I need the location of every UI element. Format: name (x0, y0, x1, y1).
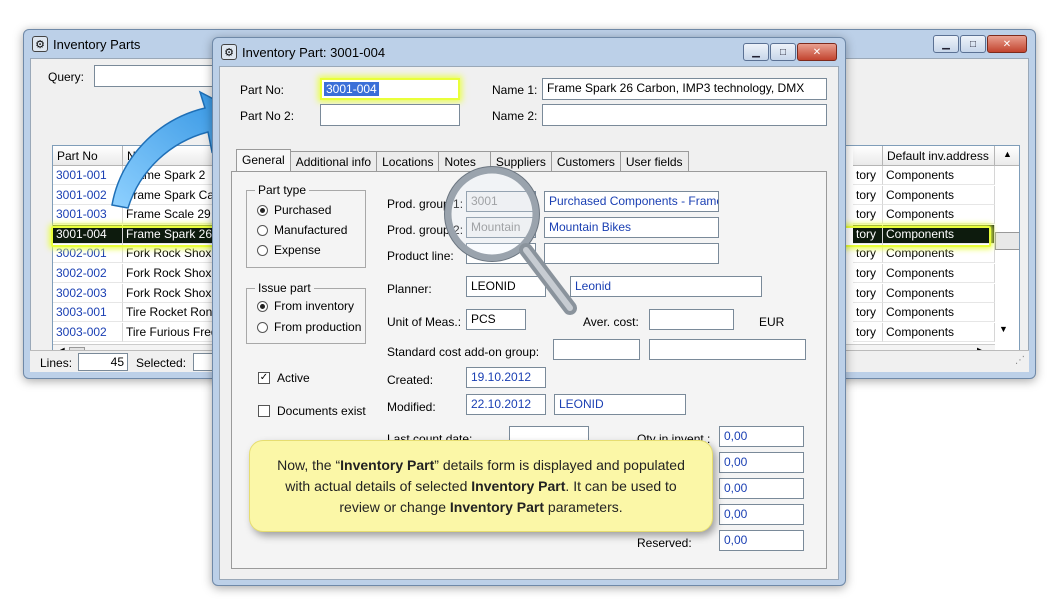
lines-count: 45 (78, 353, 128, 371)
scroll-up-icon[interactable]: ▲ (995, 146, 1019, 166)
table-cell: 3002-001 (53, 244, 123, 264)
table-cell: tory (853, 224, 883, 244)
qty-field: 0,00 (719, 426, 804, 447)
issue-part-group: Issue part From inventory From productio… (246, 281, 366, 344)
table-cell: tory (853, 205, 883, 225)
close-button[interactable]: ✕ (987, 35, 1027, 53)
table-cell: 3003-001 (53, 303, 123, 323)
table-cell: tory (853, 322, 883, 342)
dialog-title: Inventory Part: 3001-004 (242, 44, 386, 60)
vertical-scroll-thumb[interactable] (995, 232, 1019, 250)
table-cell: Components (883, 185, 995, 205)
std-cost-code-field[interactable] (553, 339, 640, 360)
radio-expense[interactable]: Expense (257, 243, 321, 257)
lines-label: Lines: (40, 356, 73, 370)
table-cell: 3003-002 (53, 322, 123, 342)
table-cell: 3002-003 (53, 283, 123, 303)
minimize-button[interactable]: ▁ (743, 43, 769, 61)
table-cell: tory (853, 244, 883, 264)
name2-label: Name 2: (492, 109, 538, 123)
radio-from-production[interactable]: From production (257, 320, 361, 334)
issue-part-title: Issue part (255, 281, 314, 295)
table-cell: tory (853, 283, 883, 303)
part-no-label: Part No: (240, 83, 285, 97)
modified-label: Modified: (387, 400, 436, 414)
std-cost-label: Standard cost add-on group: (387, 345, 540, 359)
modified-field: 22.10.2012 (466, 394, 546, 415)
table-cell: Components (883, 322, 995, 342)
resize-grip-icon[interactable]: ⋰ (1015, 355, 1025, 366)
reserved-field: 0,00 (719, 530, 804, 551)
part-no2-label: Part No 2: (240, 109, 295, 123)
name1-label: Name 1: (492, 83, 538, 97)
col-header-default-address[interactable]: Default inv.address (883, 146, 995, 166)
aver-cost-label: Aver. cost: (583, 315, 639, 329)
tab-additional-info[interactable]: Additional info (289, 151, 378, 173)
radio-manufactured[interactable]: Manufactured (257, 223, 347, 237)
bg-window-title: Inventory Parts (53, 36, 141, 52)
scroll-down-icon[interactable]: ▼ (999, 324, 1008, 334)
std-cost-name-field (649, 339, 806, 360)
table-cell: Components (883, 264, 995, 283)
magnifier-icon (444, 166, 577, 315)
table-cell: Components (883, 166, 995, 185)
table-cell: Components (883, 283, 995, 303)
reserved-label: Reserved: (637, 536, 692, 550)
selected-count (193, 353, 213, 371)
query-label: Query: (48, 70, 85, 84)
part-no2-field[interactable] (320, 104, 460, 126)
maximize-button[interactable]: □ (770, 43, 796, 61)
part-no-field[interactable]: 3001-004 (320, 78, 460, 100)
qty-field-2: 0,00 (719, 452, 804, 473)
name1-field[interactable]: Frame Spark 26 Carbon, IMP3 technology, … (542, 78, 827, 100)
name2-field[interactable] (542, 104, 827, 126)
maximize-button[interactable]: □ (960, 35, 986, 53)
documents-checkbox[interactable]: Documents exist (258, 404, 366, 418)
minimize-button[interactable]: ▁ (933, 35, 959, 53)
table-cell: tory (853, 303, 883, 323)
qty-field-4: 0,00 (719, 504, 804, 525)
table-cell: tory (853, 166, 883, 185)
aver-cost-field[interactable] (649, 309, 734, 330)
part-type-group: Part type Purchased Manufactured Expense (246, 183, 366, 268)
dialog-titlebar[interactable]: ⚙ Inventory Part: 3001-004 ▁ □ ✕ (213, 38, 845, 66)
planner-label: Planner: (387, 282, 432, 296)
col-header-location[interactable] (853, 146, 883, 166)
currency-label: EUR (759, 315, 785, 329)
table-cell: tory (853, 185, 883, 205)
table-cell: Components (883, 303, 995, 323)
tab-locations[interactable]: Locations (376, 151, 440, 173)
tab-user-fields[interactable]: User fields (619, 151, 689, 173)
tab-general[interactable]: General (236, 149, 291, 173)
planner-name-field: Leonid (570, 276, 762, 297)
table-cell: 3001-004 (53, 224, 123, 244)
table-cell: tory (853, 264, 883, 283)
table-cell: Components (883, 205, 995, 225)
selected-label: Selected: (136, 356, 187, 370)
table-cell: Components (883, 224, 995, 244)
active-checkbox[interactable]: ✓ Active (258, 371, 310, 385)
gear-icon: ⚙ (221, 44, 237, 60)
modified-by-field: LEONID (554, 394, 686, 415)
table-cell: 3002-002 (53, 264, 123, 283)
part-type-title: Part type (255, 183, 310, 197)
created-label: Created: (387, 373, 434, 387)
close-button[interactable]: ✕ (797, 43, 837, 61)
qty-field-3: 0,00 (719, 478, 804, 499)
created-field: 19.10.2012 (466, 367, 546, 388)
gear-icon: ⚙ (32, 36, 48, 52)
info-callout: Now, the “Inventory Part” details form i… (249, 440, 713, 532)
table-cell: Components (883, 244, 995, 264)
radio-from-inventory[interactable]: From inventory (257, 299, 354, 313)
radio-purchased[interactable]: Purchased (257, 203, 331, 217)
